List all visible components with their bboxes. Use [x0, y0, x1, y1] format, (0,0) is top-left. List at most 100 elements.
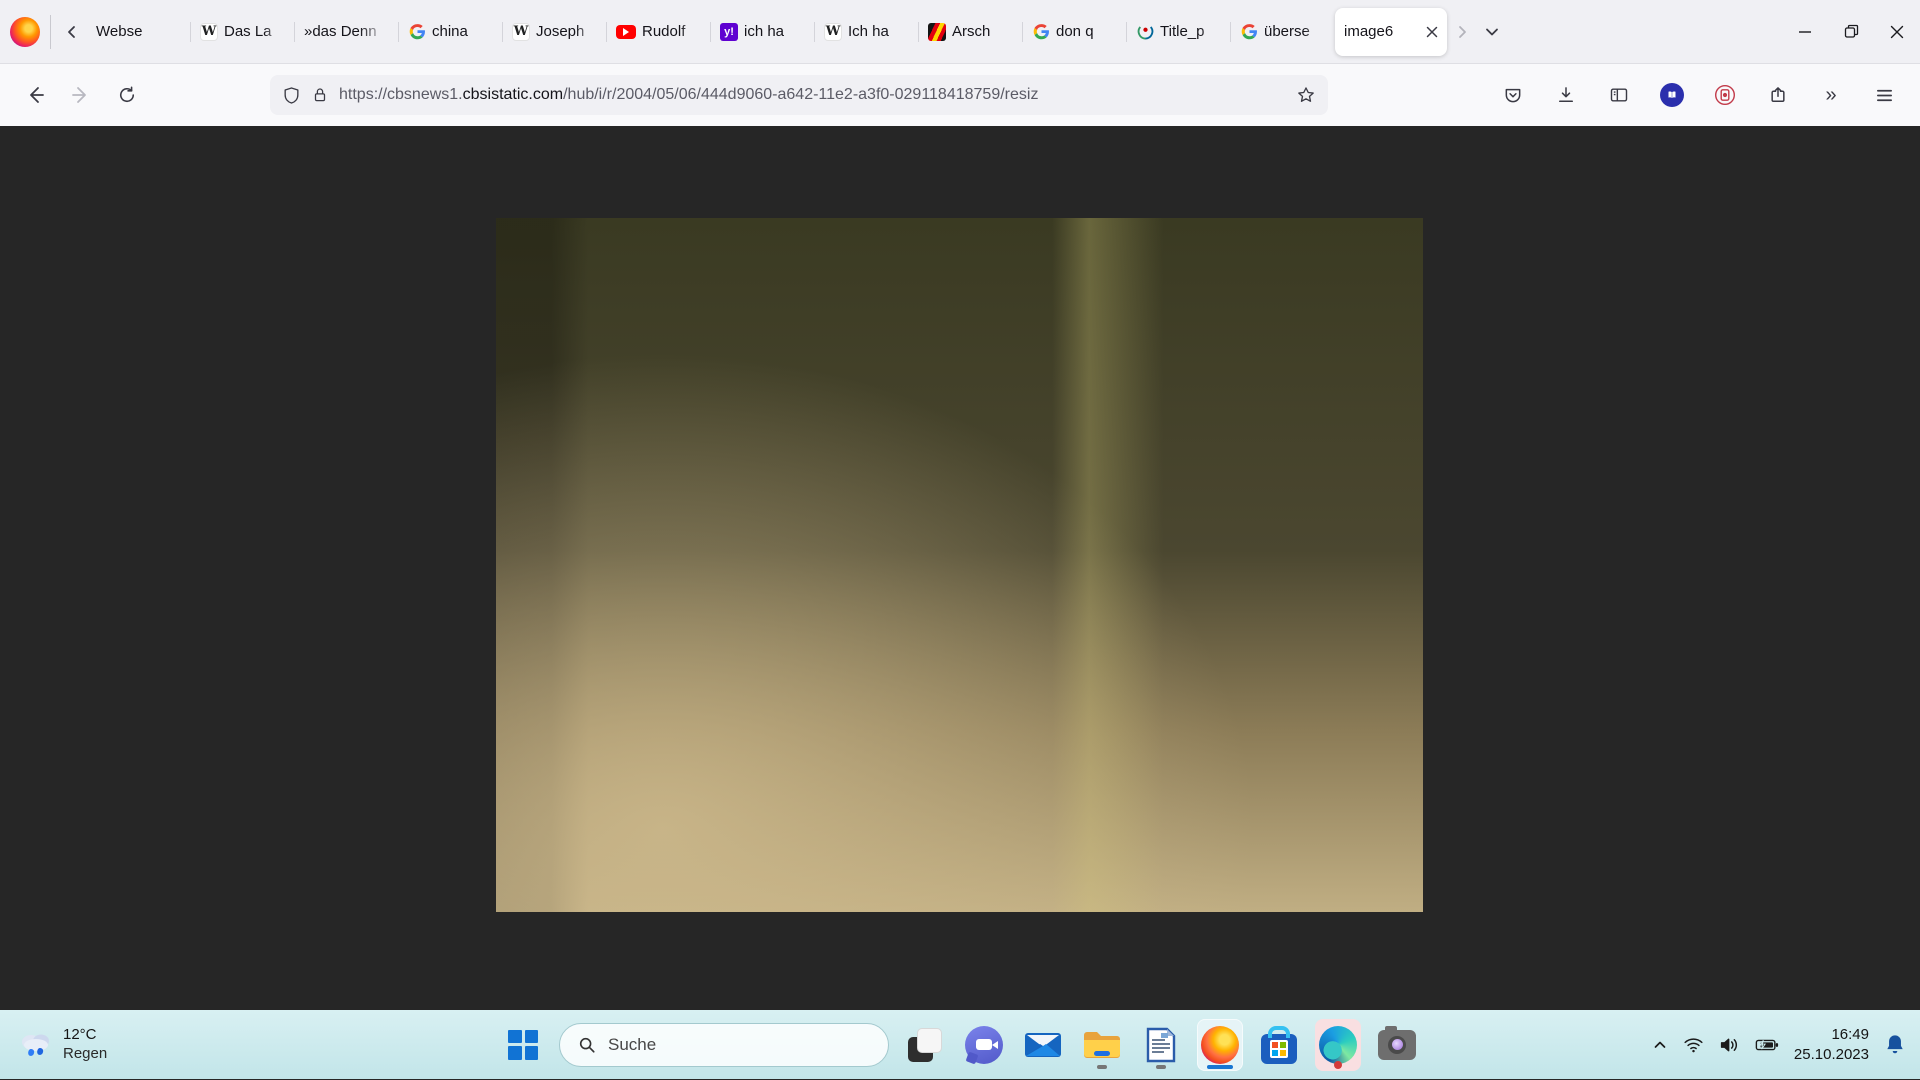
tab-title: Webse	[96, 23, 182, 40]
tab-title: Joseph	[536, 23, 598, 40]
forward-button[interactable]	[58, 75, 104, 115]
tab-webse[interactable]: Webse	[87, 10, 191, 54]
browser-toolbar: https://cbsnews1.cbsistatic.com/hub/i/r/…	[0, 64, 1920, 126]
tab-title: ich ha	[744, 23, 806, 40]
system-tray: 16:49 25.10.2023	[1646, 1010, 1912, 1079]
tab-title-p[interactable]: Title_p	[1127, 10, 1231, 54]
tab-title: »das Denn	[304, 23, 390, 40]
running-indicator	[1097, 1065, 1107, 1069]
attention-indicator	[1334, 1061, 1342, 1069]
tab-arsch[interactable]: Arsch	[919, 10, 1023, 54]
tab-ich-ha[interactable]: y! ich ha	[711, 10, 815, 54]
taskbar-clock[interactable]: 16:49 25.10.2023	[1794, 1025, 1869, 1064]
restore-button[interactable]	[1828, 12, 1874, 52]
battery-charging-icon[interactable]	[1755, 1036, 1779, 1054]
wikipedia-icon: W	[200, 23, 218, 41]
tab-uberse[interactable]: überse	[1231, 10, 1335, 54]
firefox-taskbar-button[interactable]	[1197, 1019, 1243, 1071]
tab-china[interactable]: china	[399, 10, 503, 54]
taskbar-search-input[interactable]: Suche	[559, 1023, 889, 1067]
browser-tab-strip: Webse W Das La »das Denn china W Joseph …	[0, 0, 1920, 64]
tab-don-q[interactable]: don q	[1023, 10, 1127, 54]
back-button[interactable]	[12, 75, 58, 115]
tab-scroll-right-button[interactable]	[1447, 12, 1477, 52]
taskbar: 12°C Regen Suche	[0, 1010, 1920, 1079]
google-icon	[1240, 23, 1258, 41]
extension-media-icon[interactable]	[1705, 75, 1745, 115]
tab-title: china	[432, 23, 494, 40]
share-icon[interactable]	[1758, 75, 1798, 115]
chat-button[interactable]	[961, 1019, 1007, 1071]
google-icon	[1032, 23, 1050, 41]
start-button[interactable]	[500, 1019, 546, 1071]
close-tab-icon[interactable]	[1426, 26, 1438, 38]
firefox-icon	[1201, 1026, 1239, 1064]
mail-icon	[1024, 1031, 1062, 1059]
rain-cloud-icon	[18, 1030, 54, 1060]
tab-title: Arsch	[952, 23, 1014, 40]
tab-list: Webse W Das La »das Denn china W Joseph …	[87, 0, 1447, 63]
bookmark-star-icon[interactable]	[1296, 85, 1316, 105]
youtube-icon	[616, 25, 636, 39]
wikipedia-icon: W	[824, 23, 842, 41]
lock-icon[interactable]	[311, 86, 329, 104]
toolbar-overflow-icon[interactable]: »	[1811, 75, 1851, 115]
extension-dictionary-icon[interactable]	[1652, 75, 1692, 115]
tab-title: Das La	[224, 23, 286, 40]
url-text[interactable]: https://cbsnews1.cbsistatic.com/hub/i/r/…	[339, 86, 1286, 104]
camera-button[interactable]	[1374, 1019, 1420, 1071]
minimize-button[interactable]	[1782, 12, 1828, 52]
tab-joseph[interactable]: W Joseph	[503, 10, 607, 54]
google-icon	[408, 23, 426, 41]
wifi-icon[interactable]	[1683, 1036, 1704, 1054]
news-photo[interactable]	[496, 218, 1423, 912]
writer-button[interactable]	[1138, 1019, 1184, 1071]
wikimedia-icon	[1136, 23, 1154, 41]
edge-icon	[1319, 1026, 1357, 1064]
wikipedia-icon: W	[512, 23, 530, 41]
notification-bell-icon[interactable]	[1884, 1033, 1906, 1057]
tab-ich-ha-2[interactable]: W Ich ha	[815, 10, 919, 54]
tab-rudolf[interactable]: Rudolf	[607, 10, 711, 54]
tab-image6-active[interactable]: image6	[1335, 8, 1447, 56]
url-prefix: https://cbsnews1.	[339, 86, 463, 103]
tab-das-la[interactable]: W Das La	[191, 10, 295, 54]
downloads-icon[interactable]	[1546, 75, 1586, 115]
close-window-button[interactable]	[1874, 12, 1920, 52]
firefox-logo-icon[interactable]	[10, 17, 40, 47]
sidebar-toggle-icon[interactable]	[1599, 75, 1639, 115]
clock-time: 16:49	[1794, 1025, 1869, 1045]
reload-button[interactable]	[104, 75, 150, 115]
search-placeholder: Suche	[608, 1035, 656, 1055]
tab-title: Title_p	[1160, 23, 1222, 40]
weather-temperature: 12°C	[63, 1026, 107, 1045]
tab-das-denn[interactable]: »das Denn	[295, 10, 399, 54]
tab-title: Ich ha	[848, 23, 910, 40]
weather-widget[interactable]: 12°C Regen	[10, 1010, 115, 1079]
tracking-shield-icon[interactable]	[282, 86, 301, 105]
pocket-icon[interactable]	[1493, 75, 1533, 115]
yahoo-icon: y!	[720, 23, 738, 41]
tab-list-dropdown-button[interactable]	[1477, 12, 1507, 52]
windows-logo-icon	[508, 1030, 538, 1060]
file-explorer-button[interactable]	[1079, 1019, 1125, 1071]
tab-scroll-left-button[interactable]	[57, 12, 87, 52]
tab-title: Rudolf	[642, 23, 702, 40]
desktop-screen: Webse W Das La »das Denn china W Joseph …	[0, 0, 1920, 1080]
task-view-button[interactable]	[902, 1019, 948, 1071]
microsoft-store-button[interactable]	[1256, 1019, 1302, 1071]
tab-title: überse	[1264, 23, 1326, 40]
volume-icon[interactable]	[1719, 1036, 1740, 1054]
edge-taskbar-button[interactable]	[1315, 1019, 1361, 1071]
microsoft-store-icon	[1261, 1026, 1297, 1064]
url-path: /hub/i/r/2004/05/06/444d9060-a642-11e2-a…	[563, 86, 1038, 103]
striped-site-icon	[928, 23, 946, 41]
weather-condition: Regen	[63, 1045, 107, 1064]
mail-button[interactable]	[1020, 1019, 1066, 1071]
url-bar[interactable]: https://cbsnews1.cbsistatic.com/hub/i/r/…	[270, 75, 1328, 115]
task-view-icon	[908, 1028, 942, 1062]
writer-document-icon	[1146, 1027, 1176, 1063]
tabbar-divider	[50, 15, 51, 49]
app-menu-icon[interactable]	[1864, 75, 1904, 115]
hidden-icons-chevron[interactable]	[1652, 1037, 1668, 1053]
